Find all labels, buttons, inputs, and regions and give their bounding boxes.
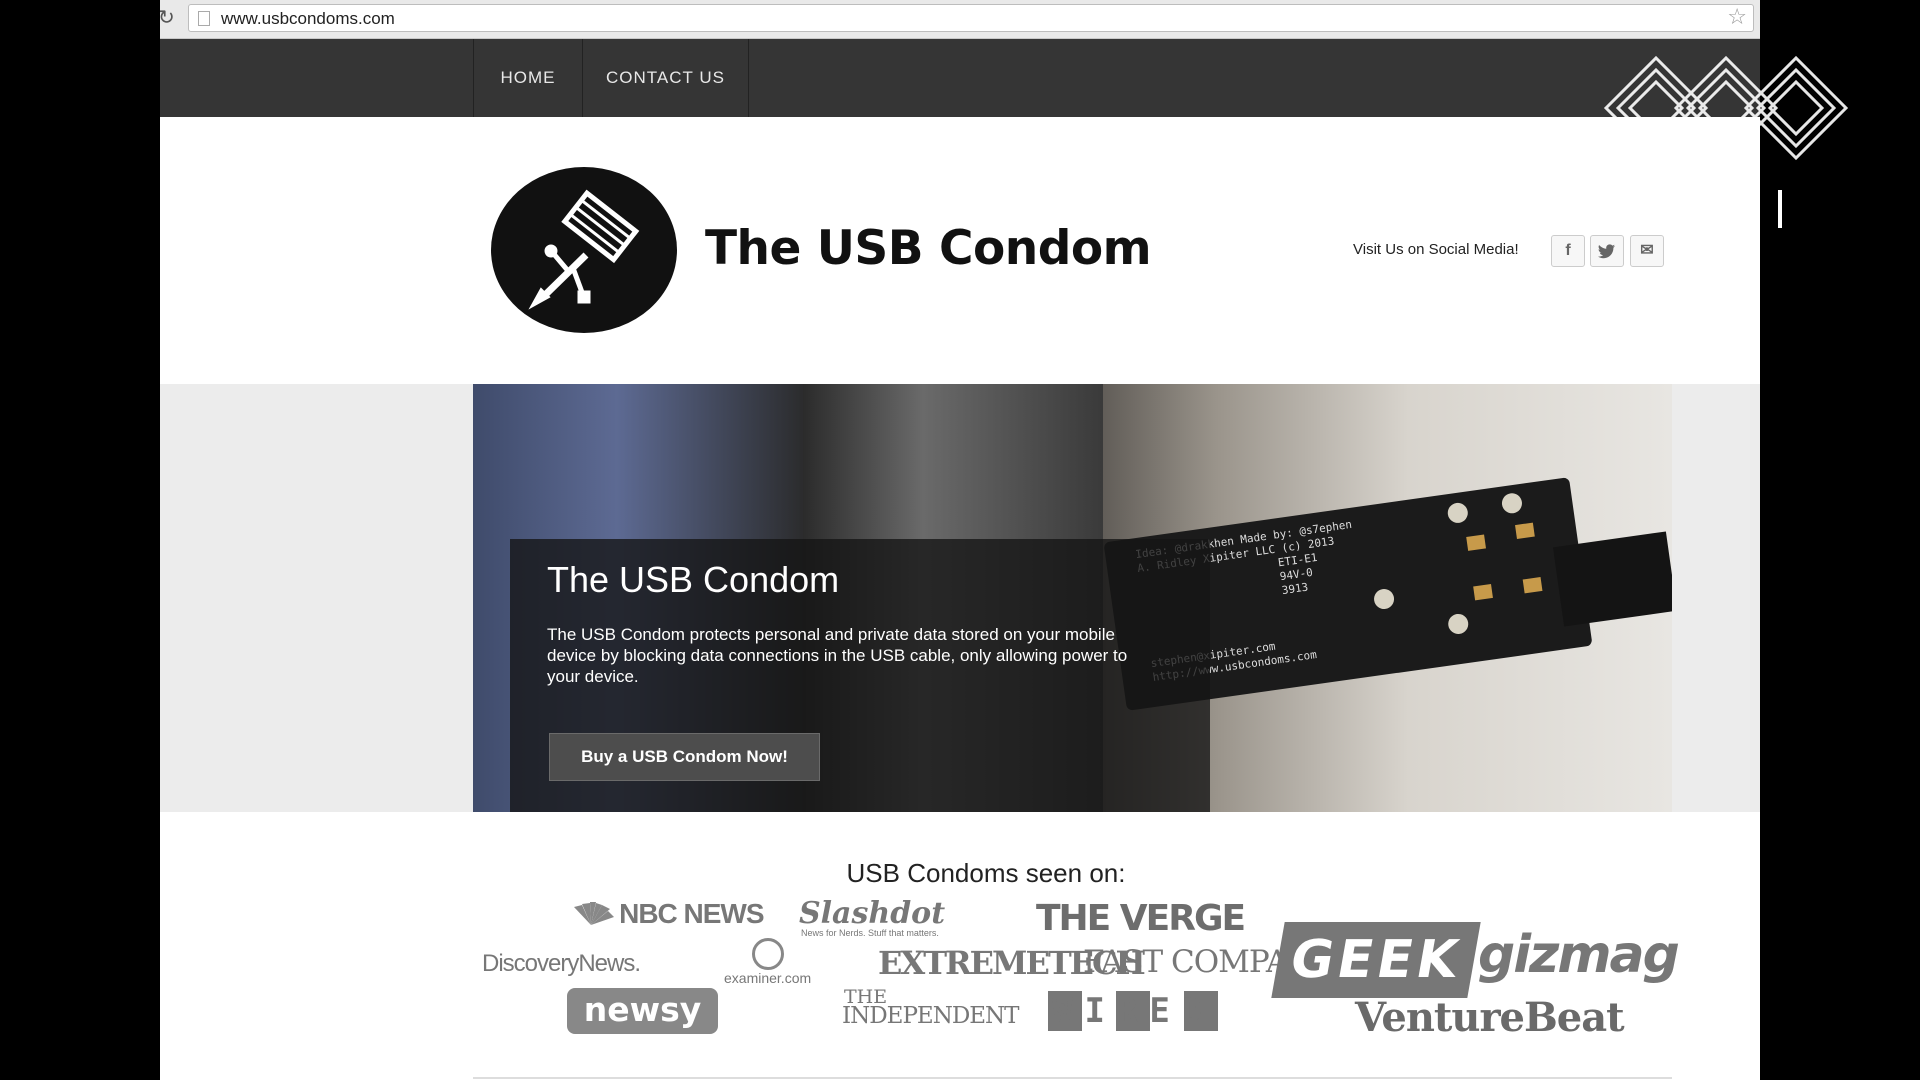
wired-logo: WIRED — [1048, 991, 1219, 1031]
geek-logo: GEEK — [1271, 922, 1481, 998]
press-section: USB Condoms seen on: NBC NEWS Slashdot N… — [160, 812, 1760, 1080]
usb-plug-image — [1552, 531, 1672, 627]
watermark-logo — [1603, 55, 1849, 161]
usb-plug-icon — [528, 189, 640, 310]
hero-caption: The USB Condom The USB Condom protects p… — [510, 539, 1210, 812]
the-independent-logo: THE INDEPENDENT — [842, 986, 1020, 1029]
nav-contact-us[interactable]: CONTACT US — [582, 39, 749, 117]
reload-icon[interactable]: ↻ — [160, 7, 175, 27]
watermark-bar — [1778, 190, 1782, 228]
twitter-bird-icon — [1598, 244, 1615, 259]
page-icon — [198, 11, 210, 26]
site-header: The USB Condom Visit Us on Social Media!… — [160, 117, 1760, 384]
discovery-news-logo: DiscoveryNews. — [482, 950, 641, 977]
facebook-icon[interactable]: f — [1551, 235, 1585, 267]
the-verge-logo: THE VERGE — [1036, 898, 1246, 939]
newsy-logo: newsy — [567, 988, 718, 1034]
email-icon[interactable]: ✉ — [1630, 235, 1664, 267]
bookmark-star-icon[interactable]: ☆ — [1727, 6, 1747, 30]
peacock-icon — [574, 902, 614, 925]
divider — [473, 1077, 1672, 1079]
hero-band: Idea: @drakkhen Made by: @s7ephen A. Rid… — [160, 384, 1760, 812]
twitter-icon[interactable] — [1590, 235, 1624, 267]
browser-toolbar: ↻ www.usbcondoms.com ☆ — [160, 0, 1760, 39]
nav-home[interactable]: HOME — [473, 39, 582, 117]
address-bar[interactable]: www.usbcondoms.com ☆ — [188, 4, 1754, 32]
press-title: USB Condoms seen on: — [846, 858, 1126, 888]
slashdot-logo: Slashdot News for Nerds. Stuff that matt… — [799, 896, 946, 938]
social-label: Visit Us on Social Media! — [1353, 241, 1519, 258]
buy-now-button[interactable]: Buy a USB Condom Now! — [549, 733, 820, 781]
url-text[interactable]: www.usbcondoms.com — [221, 9, 395, 29]
venturebeat-logo: VentureBeat — [1355, 994, 1625, 1041]
nbc-news-logo: NBC NEWS — [568, 898, 765, 930]
gizmag-logo: gizmag — [1478, 925, 1680, 985]
hero-slide: Idea: @drakkhen Made by: @s7ephen A. Rid… — [473, 384, 1672, 812]
site-title: The USB Condom — [705, 221, 1152, 276]
main-nav: HOME CONTACT US — [160, 39, 1760, 117]
hero-description: The USB Condom protects personal and pri… — [547, 625, 1128, 686]
browser-window: ↻ www.usbcondoms.com ☆ HOME CONTACT US T… — [160, 0, 1760, 1080]
examiner-logo: examiner.com — [724, 938, 811, 986]
usb-logo[interactable] — [491, 167, 677, 333]
hero-title: The USB Condom — [547, 559, 840, 600]
